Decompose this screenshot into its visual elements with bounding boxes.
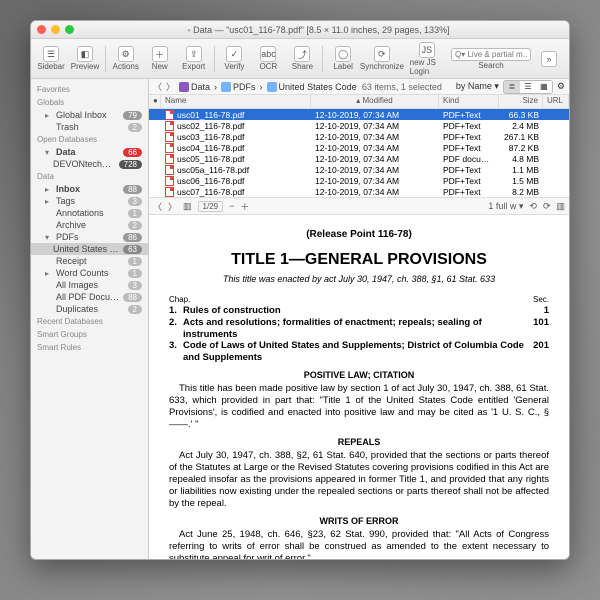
sidebar-item-annotations[interactable]: Annotations1 — [31, 207, 148, 219]
pages-icon[interactable]: ▥ — [183, 201, 192, 212]
doc-title: TITLE 1—GENERAL PROVISIONS — [169, 250, 549, 270]
label-button[interactable]: ◯Label — [327, 44, 359, 73]
sidebar-item-archive[interactable]: Archive2 — [31, 219, 148, 231]
sidebar-section-favorites: Favorites — [31, 83, 148, 96]
document-preview[interactable]: (Release Point 116-78) TITLE 1—GENERAL P… — [149, 215, 569, 559]
sidebar-item-allpdf[interactable]: All PDF Documents88 — [31, 291, 148, 303]
sidebar-item-data-db[interactable]: ▾Data66 — [31, 146, 148, 158]
doc-toolbar: 〈 〉 ▥ 1/29 − ＋ 1 full w ▾ ⟲ ⟳ ▥ — [149, 197, 569, 215]
actions-button[interactable]: ⚙Actions — [110, 44, 142, 73]
login-button[interactable]: JSnew JS Login — [405, 40, 449, 78]
rotate-left-icon[interactable]: ⟲ — [529, 201, 537, 212]
sidebar-section-recent: Recent Databases — [31, 315, 148, 328]
table-row[interactable]: usc05_116-78.pdf12-10-2019, 07:34 AMPDF … — [149, 153, 569, 164]
columns-icon[interactable]: ▥ — [556, 201, 565, 212]
view-switcher[interactable]: ≣☰▦ — [503, 80, 553, 94]
sidebar-item-trash[interactable]: Trash2 — [31, 121, 148, 133]
table-row[interactable]: usc06_116-78.pdf12-10-2019, 07:34 AMPDF+… — [149, 175, 569, 186]
sidebar-button[interactable]: ☰Sidebar — [35, 44, 67, 73]
titlebar: ◦ Data — "usc01_116-78.pdf" [8.5 × 11.0 … — [31, 21, 569, 39]
preview-button[interactable]: ◧Preview — [69, 44, 101, 73]
docnav-back[interactable]: 〈 — [153, 200, 162, 213]
sidebar-section-open-db: Open Databases — [31, 133, 148, 146]
zoom-in-icon[interactable]: ＋ — [240, 200, 249, 213]
sidebar-item-allimages[interactable]: All Images3 — [31, 279, 148, 291]
page-indicator[interactable]: 1/29 — [198, 201, 224, 212]
table-row[interactable]: usc02_116-78.pdf12-10-2019, 07:34 AMPDF+… — [149, 120, 569, 131]
rotate-right-icon[interactable]: ⟳ — [543, 201, 551, 212]
sidebar-item-tags[interactable]: ▸Tags3 — [31, 195, 148, 207]
window-title: ◦ Data — "usc01_116-78.pdf" [8.5 × 11.0 … — [74, 25, 563, 35]
page-fit[interactable]: 1 full w ▾ — [488, 201, 523, 212]
zoom-out-icon[interactable]: − — [229, 201, 234, 211]
path-seg-pdfs[interactable]: PDFs — [221, 82, 256, 92]
sort-by[interactable]: by Name ▾ — [456, 81, 499, 92]
list-header[interactable]: ● Name ▴ Modified Kind Size URL — [149, 95, 569, 109]
back-button[interactable]: 〈 — [153, 80, 162, 93]
toolbar: ☰Sidebar ◧Preview ⚙Actions ＋New ⇪Export … — [31, 39, 569, 79]
table-row[interactable]: usc01_116-78.pdf12-10-2019, 07:34 AMPDF+… — [149, 109, 569, 120]
sidebar: Favorites Globals ▸Global Inbox79 Trash2… — [31, 79, 149, 559]
gear-icon[interactable]: ⚙ — [557, 81, 565, 92]
docnav-fwd[interactable]: 〉 — [168, 200, 177, 213]
new-button[interactable]: ＋New — [144, 44, 176, 73]
sidebar-item-support[interactable]: DEVONtech_Support…728 — [31, 158, 148, 170]
table-row[interactable]: usc03_116-78.pdf12-10-2019, 07:34 AMPDF+… — [149, 131, 569, 142]
sidebar-section-smartrules: Smart Rules — [31, 341, 148, 354]
verify-button[interactable]: ✓Verify — [218, 44, 250, 73]
sidebar-item-receipt[interactable]: Receipt1 — [31, 255, 148, 267]
file-list: usc01_116-78.pdf12-10-2019, 07:34 AMPDF+… — [149, 109, 569, 197]
sidebar-section-smartgroups: Smart Groups — [31, 328, 148, 341]
search-input[interactable] — [451, 48, 531, 61]
sidebar-item-pdfs[interactable]: ▾PDFs86 — [31, 231, 148, 243]
forward-button[interactable]: 〉 — [166, 80, 175, 93]
app-window: ◦ Data — "usc01_116-78.pdf" [8.5 × 11.0 … — [30, 20, 570, 560]
ocr-button[interactable]: abcOCR — [252, 44, 284, 73]
path-seg-usc[interactable]: United States Code — [267, 82, 357, 92]
zoom-icon[interactable] — [65, 25, 74, 34]
path-seg-data[interactable]: Data — [179, 82, 210, 92]
doc-enacted: This title was enacted by act July 30, 1… — [169, 274, 549, 285]
table-row[interactable]: usc07_116-78.pdf12-10-2019, 07:34 AMPDF+… — [149, 186, 569, 197]
overflow-button[interactable]: » — [533, 49, 565, 69]
sidebar-item-usc[interactable]: United States Code63 — [31, 243, 148, 255]
synchronize-button[interactable]: ⟳Synchronize — [361, 44, 403, 73]
search-field[interactable]: Search — [451, 48, 531, 70]
close-icon[interactable] — [37, 25, 46, 34]
sidebar-item-inbox[interactable]: ▸Inbox88 — [31, 183, 148, 195]
sidebar-item-duplicates[interactable]: Duplicates2 — [31, 303, 148, 315]
minimize-icon[interactable] — [51, 25, 60, 34]
table-row[interactable]: usc04_116-78.pdf12-10-2019, 07:34 AMPDF+… — [149, 142, 569, 153]
path-meta: 63 items, 1 selected — [362, 82, 442, 92]
table-row[interactable]: usc05a_116-78.pdf12-10-2019, 07:34 AMPDF… — [149, 164, 569, 175]
share-button[interactable]: ⤴Share — [286, 44, 318, 73]
export-button[interactable]: ⇪Export — [178, 44, 210, 73]
sidebar-section-data: Data — [31, 170, 148, 183]
sidebar-item-global-inbox[interactable]: ▸Global Inbox79 — [31, 109, 148, 121]
sidebar-item-wordcounts[interactable]: ▸Word Counts1 — [31, 267, 148, 279]
path-bar: 〈 〉 Data› PDFs› United States Code 63 it… — [149, 79, 569, 95]
sidebar-section-globals: Globals — [31, 96, 148, 109]
release-point: (Release Point 116-78) — [169, 229, 549, 242]
